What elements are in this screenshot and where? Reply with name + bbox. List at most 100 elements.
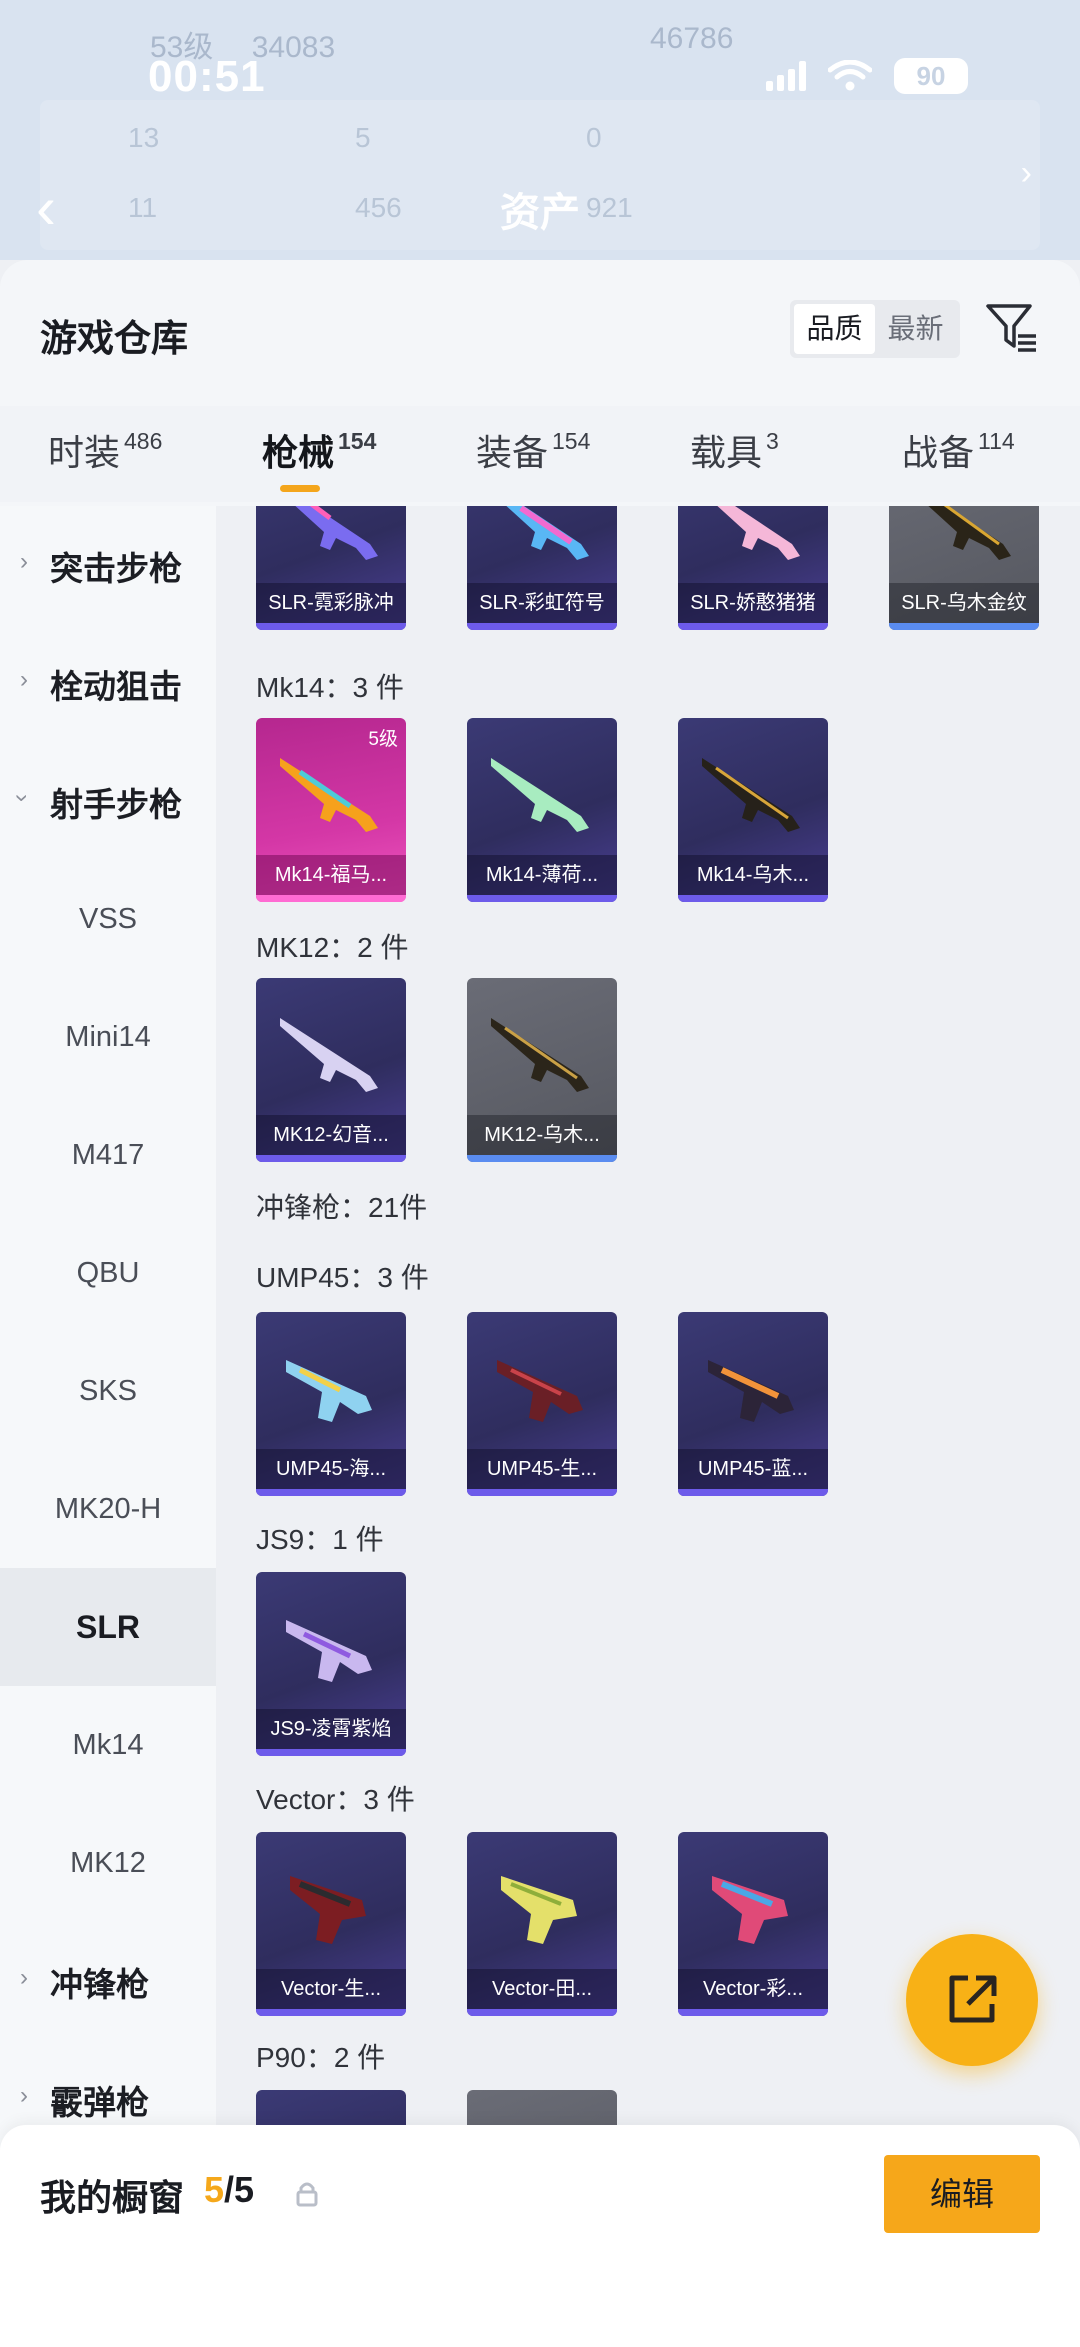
sidebar-group-label: 栓动狙击	[50, 668, 182, 705]
signal-icon	[766, 61, 806, 91]
rarity-strip	[678, 895, 828, 902]
rifle-icon	[506, 506, 589, 560]
bg-stat: 0	[586, 122, 602, 153]
sidebar-group-label: 霰弹枪	[50, 2084, 149, 2121]
status-time: 00:51	[148, 52, 266, 101]
sidebar-item-mk14[interactable]: Mk14	[0, 1686, 216, 1804]
weapon-name: Mk14-薄荷...	[467, 855, 617, 895]
smg-icon	[286, 1360, 372, 1422]
chevron-right-icon: ›	[20, 1964, 28, 1991]
weapon-card[interactable]: Vector-彩...	[678, 1832, 828, 2016]
weapon-card[interactable]: UMP45-海...	[256, 1312, 406, 1496]
showcase-title: 我的橱窗	[40, 2177, 185, 2218]
sidebar-item-vss[interactable]: VSS	[0, 860, 216, 978]
tab-fashion[interactable]: 时装 486	[48, 424, 162, 476]
rarity-strip	[467, 2009, 617, 2016]
sort-quality-button[interactable]: 品质	[794, 304, 875, 354]
rarity-strip	[467, 623, 617, 630]
weapon-card[interactable]: SLR-彩虹符号	[467, 506, 617, 630]
sidebar-item-mk20h[interactable]: MK20-H	[0, 1450, 216, 1568]
rarity-strip	[256, 1155, 406, 1162]
sidebar-item-sks[interactable]: SKS	[0, 1332, 216, 1450]
rarity-strip	[256, 895, 406, 902]
sidebar-group-smg[interactable]: › 冲锋枪	[0, 1922, 216, 2040]
bg-page-title: 资产	[500, 191, 580, 235]
battery-indicator: 90	[894, 58, 968, 94]
sidebar-group-label: 冲锋枪	[50, 1966, 149, 2003]
weapon-card[interactable]: JS9-凌霄紫焰	[256, 1572, 406, 1756]
section-label-p90: P90：2 件	[256, 2042, 386, 2073]
showcase-current: 5	[204, 2169, 225, 2210]
section-label-smg: 冲锋枪：21件	[256, 1192, 428, 1223]
sidebar-group-sniper[interactable]: › 栓动狙击	[0, 624, 216, 742]
sidebar-item-qbu[interactable]: QBU	[0, 1214, 216, 1332]
rarity-strip	[889, 623, 1039, 630]
sidebar-group-label: 突击步枪	[50, 550, 182, 587]
external-link-icon	[949, 1975, 997, 2023]
rarity-strip	[256, 1749, 406, 1756]
smg-icon	[497, 1360, 583, 1422]
weapon-card[interactable]: Mk14-乌木...	[678, 718, 828, 902]
weapon-name: JS9-凌霄紫焰	[256, 1709, 406, 1749]
weapon-card[interactable]: SLR-霓彩脉冲	[256, 506, 406, 630]
bg-stat: 13	[128, 122, 160, 153]
sidebar-item-mk12[interactable]: MK12	[0, 1804, 216, 1922]
rifle-icon	[491, 758, 589, 832]
weapon-card[interactable]: MK12-乌木...	[467, 978, 617, 1162]
section-label-js9: JS9：1 件	[256, 1524, 384, 1555]
chevron-right-icon: ›	[20, 2082, 28, 2109]
sidebar-group-label: 射手步枪	[50, 786, 182, 823]
chevron-right-icon: ›	[20, 666, 28, 693]
weapon-name: Vector-生...	[256, 1969, 406, 2009]
rifle-icon	[928, 506, 1011, 560]
weapon-card[interactable]: Vector-生...	[256, 1832, 406, 2016]
category-tabs: 时装 486 枪械 154 装备 154 载具 3 战备 114	[0, 406, 1080, 502]
sort-toggle: 品质 最新	[790, 300, 960, 358]
rarity-strip	[678, 1489, 828, 1496]
weapon-name: MK12-乌木...	[467, 1115, 617, 1155]
filter-icon[interactable]	[984, 300, 1040, 356]
smg-icon	[290, 1876, 366, 1944]
weapon-type-sidebar: › 突击步枪 › 栓动狙击 › 射手步枪 VSS Mini14 M417 QBU…	[0, 506, 216, 2347]
smg-icon	[708, 1360, 794, 1422]
rifle-icon	[491, 1018, 589, 1092]
weapon-name: UMP45-蓝...	[678, 1449, 828, 1489]
export-button[interactable]	[906, 1934, 1038, 2066]
chevron-right-icon: ›	[20, 548, 28, 575]
weapon-card[interactable]: 5级 Mk14-福马...	[256, 718, 406, 902]
rifle-icon	[280, 1018, 378, 1092]
section-label-mk12: MK12：2 件	[256, 932, 409, 963]
sidebar-item-mini14[interactable]: Mini14	[0, 978, 216, 1096]
rarity-strip	[467, 1155, 617, 1162]
weapon-card[interactable]: Mk14-薄荷...	[467, 718, 617, 902]
rifle-icon	[280, 758, 378, 832]
smg-icon	[501, 1876, 577, 1944]
rarity-strip	[256, 2009, 406, 2016]
rarity-strip	[467, 1489, 617, 1496]
sort-newest-button[interactable]: 最新	[875, 304, 956, 354]
chevron-right-icon[interactable]: ›	[1021, 154, 1032, 193]
rarity-strip	[467, 895, 617, 902]
weapon-name: MK12-幻音...	[256, 1115, 406, 1155]
rifle-icon	[702, 758, 800, 832]
tab-equipment[interactable]: 装备 154	[476, 424, 590, 476]
tab-vehicles[interactable]: 载具 3	[690, 424, 779, 476]
rarity-strip	[678, 2009, 828, 2016]
weapon-card[interactable]: SLR-娇憨猪猪	[678, 506, 828, 630]
weapon-card[interactable]: Vector-田...	[467, 1832, 617, 2016]
weapon-card[interactable]: UMP45-生...	[467, 1312, 617, 1496]
sidebar-item-m417[interactable]: M417	[0, 1096, 216, 1214]
edit-showcase-button[interactable]: 编辑	[884, 2155, 1040, 2233]
sidebar-group-marksman[interactable]: › 射手步枪	[0, 742, 216, 860]
tab-gear[interactable]: 战备 114	[902, 424, 1015, 476]
sheet-title: 游戏仓库	[40, 318, 188, 359]
sidebar-group-assault-rifle[interactable]: › 突击步枪	[0, 506, 216, 624]
weapon-card[interactable]: UMP45-蓝...	[678, 1312, 828, 1496]
sidebar-item-slr[interactable]: SLR	[0, 1568, 216, 1686]
weapon-card[interactable]: SLR-乌木金纹	[889, 506, 1039, 630]
tab-firearms[interactable]: 枪械 154	[262, 424, 376, 476]
weapon-card[interactable]: MK12-幻音...	[256, 978, 406, 1162]
chevron-down-icon: ›	[9, 794, 36, 802]
weapon-name: Vector-彩...	[678, 1969, 828, 2009]
back-icon[interactable]: ‹	[36, 178, 56, 238]
